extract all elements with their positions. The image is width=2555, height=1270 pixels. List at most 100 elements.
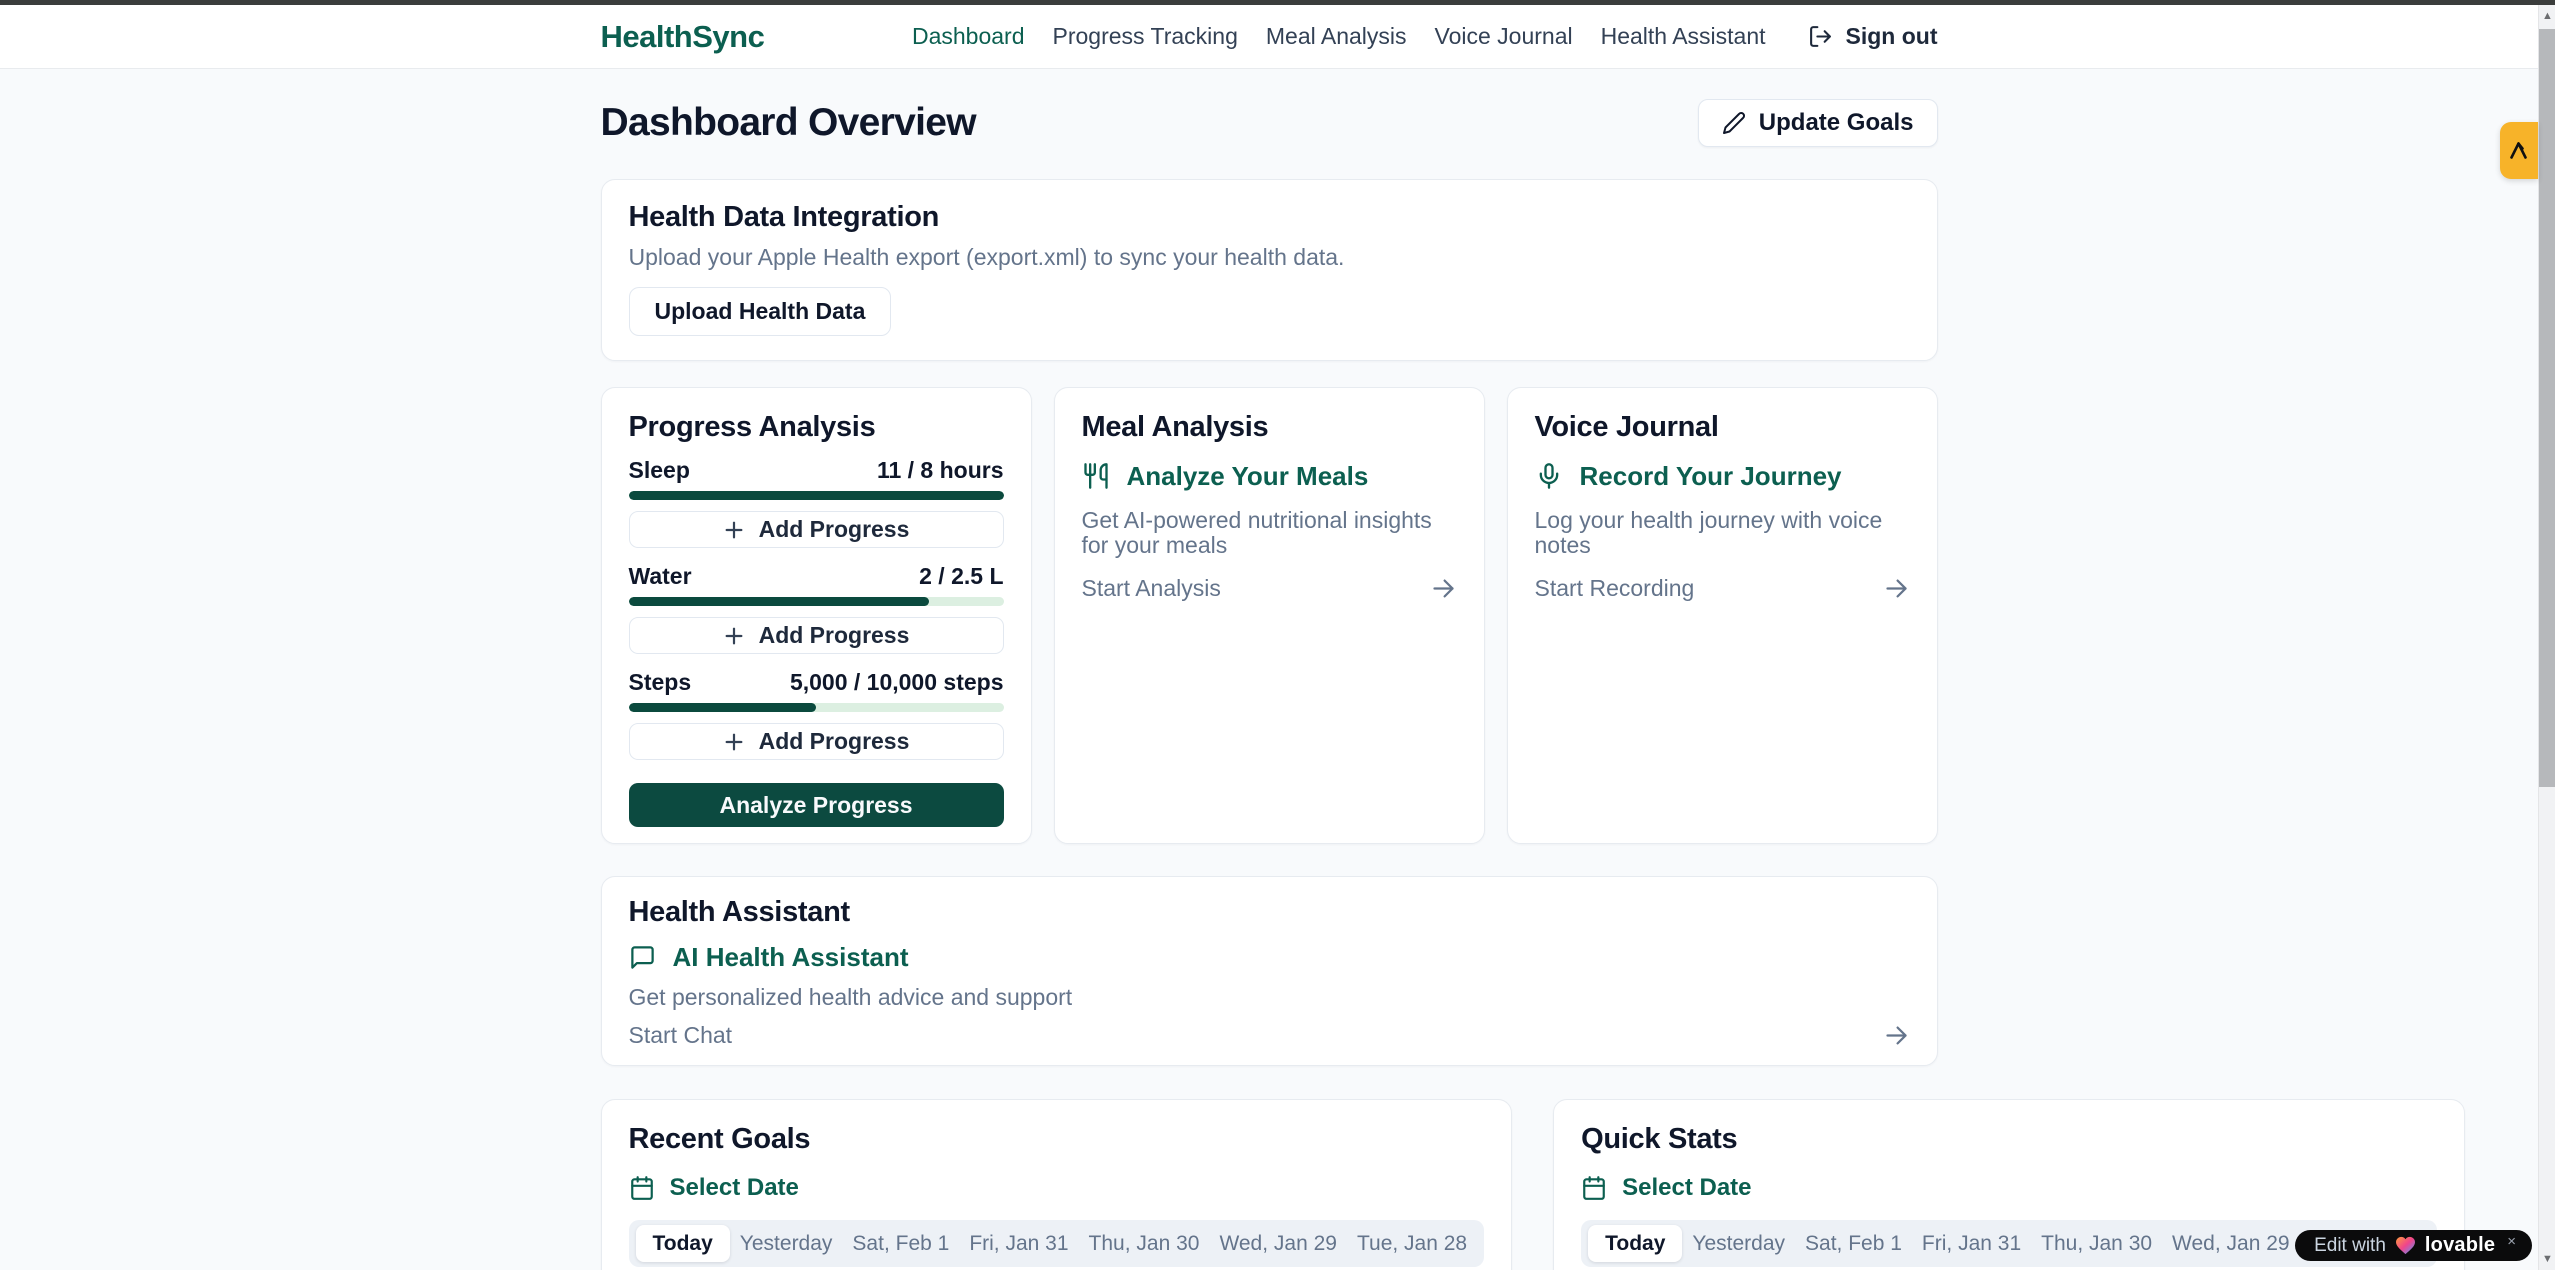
record-your-journey-link[interactable]: Record Your Journey	[1535, 462, 1910, 490]
start-chat-row[interactable]: Start Chat	[629, 1022, 1910, 1049]
ai-health-assistant-link[interactable]: AI Health Assistant	[629, 943, 1910, 971]
microphone-icon	[1535, 462, 1563, 490]
date-tab-fri-jan-31[interactable]: Fri, Jan 31	[959, 1225, 1078, 1262]
close-badge-icon[interactable]: ×	[2507, 1233, 2516, 1250]
progress-analysis-card: Progress Analysis Sleep 11 / 8 hours Add…	[601, 387, 1032, 844]
sleep-value: 11 / 8 hours	[877, 458, 1004, 482]
upload-health-data-button[interactable]: Upload Health Data	[629, 287, 892, 336]
edit-with-label: Edit with	[2314, 1235, 2386, 1257]
edit-with-lovable-badge[interactable]: Edit with lovable ×	[2295, 1230, 2532, 1261]
arrow-right-icon	[1883, 1022, 1910, 1049]
health-assistant-title: Health Assistant	[629, 897, 1910, 927]
water-metric: Water 2 / 2.5 L Add Progress	[629, 564, 1004, 654]
pencil-icon	[1722, 111, 1746, 135]
nav-link-dashboard[interactable]: Dashboard	[912, 23, 1025, 50]
date-tab-wed-jan-29[interactable]: Wed, Jan 29	[2162, 1225, 2300, 1262]
lovable-side-badge[interactable]	[2500, 122, 2538, 179]
sleep-label: Sleep	[629, 458, 690, 482]
date-tab-sat-feb-1[interactable]: Sat, Feb 1	[1795, 1225, 1912, 1262]
date-tab-yesterday[interactable]: Yesterday	[1682, 1225, 1795, 1262]
steps-progress-fill	[629, 703, 817, 712]
date-tab-tue-jan-28[interactable]: Tue, Jan 28	[1347, 1225, 1477, 1262]
update-goals-label: Update Goals	[1759, 109, 1914, 137]
voice-journal-card: Voice Journal Record Your Journey Log yo…	[1507, 387, 1938, 844]
water-progress-bar	[629, 597, 1004, 606]
lovable-heart-icon	[2395, 1236, 2416, 1255]
date-tab-wed-jan-29[interactable]: Wed, Jan 29	[1209, 1225, 1347, 1262]
nav-link-meal-analysis[interactable]: Meal Analysis	[1266, 23, 1407, 50]
ai-health-assistant-label: AI Health Assistant	[673, 943, 909, 971]
arrow-right-icon	[1883, 575, 1910, 602]
scrollbar-thumb[interactable]	[2539, 29, 2555, 787]
add-progress-label: Add Progress	[759, 516, 910, 543]
analyze-your-meals-label: Analyze Your Meals	[1127, 462, 1369, 490]
record-your-journey-label: Record Your Journey	[1580, 462, 1842, 490]
health-assistant-description: Get personalized health advice and suppo…	[629, 985, 1910, 1010]
start-analysis-label: Start Analysis	[1082, 575, 1221, 602]
update-goals-button[interactable]: Update Goals	[1698, 99, 1938, 147]
plus-icon	[723, 625, 745, 647]
healthsync-app: HealthSync Dashboard Progress Tracking M…	[0, 5, 2538, 1270]
recent-goals-select-date[interactable]: Select Date	[629, 1174, 1485, 1202]
add-sleep-progress-button[interactable]: Add Progress	[629, 511, 1004, 548]
start-chat-label: Start Chat	[629, 1022, 733, 1049]
nav-link-voice-journal[interactable]: Voice Journal	[1435, 23, 1573, 50]
health-assistant-card: Health Assistant AI Health Assistant Get…	[601, 876, 1938, 1066]
plus-icon	[723, 519, 745, 541]
steps-metric: Steps 5,000 / 10,000 steps Add Progress	[629, 670, 1004, 760]
lovable-logo-icon	[2507, 139, 2531, 163]
sleep-metric: Sleep 11 / 8 hours Add Progress	[629, 458, 1004, 548]
select-date-label: Select Date	[670, 1174, 799, 1202]
start-analysis-row[interactable]: Start Analysis	[1082, 575, 1457, 602]
sleep-progress-bar	[629, 491, 1004, 500]
add-progress-label: Add Progress	[759, 622, 910, 649]
date-tab-thu-jan-30[interactable]: Thu, Jan 30	[2031, 1225, 2162, 1262]
add-steps-progress-button[interactable]: Add Progress	[629, 723, 1004, 760]
brand-logo: HealthSync	[601, 19, 765, 55]
scroll-up-arrow-icon[interactable]: ▲	[2539, 5, 2555, 27]
recent-goals-date-tabs: Today Yesterday Sat, Feb 1 Fri, Jan 31 T…	[629, 1220, 1485, 1267]
chat-bubble-icon	[629, 944, 656, 971]
steps-label: Steps	[629, 670, 692, 694]
meal-analysis-description: Get AI-powered nutritional insights for …	[1082, 508, 1457, 558]
meal-analysis-title: Meal Analysis	[1082, 412, 1457, 442]
start-recording-row[interactable]: Start Recording	[1535, 575, 1910, 602]
steps-progress-bar	[629, 703, 1004, 712]
logout-icon	[1808, 24, 1833, 49]
health-data-integration-card: Health Data Integration Upload your Appl…	[601, 179, 1938, 361]
date-tab-yesterday[interactable]: Yesterday	[730, 1225, 843, 1262]
add-water-progress-button[interactable]: Add Progress	[629, 617, 1004, 654]
progress-analysis-title: Progress Analysis	[629, 412, 1004, 442]
analyze-your-meals-link[interactable]: Analyze Your Meals	[1082, 462, 1457, 490]
sign-out-label: Sign out	[1846, 23, 1938, 50]
nav-link-health-assistant[interactable]: Health Assistant	[1601, 23, 1766, 50]
vertical-scrollbar[interactable]: ▲ ▼	[2538, 5, 2555, 1270]
date-tab-today[interactable]: Today	[636, 1225, 730, 1262]
top-navbar: HealthSync Dashboard Progress Tracking M…	[0, 5, 2538, 69]
water-value: 2 / 2.5 L	[919, 564, 1003, 588]
recent-goals-card: Recent Goals Select Date Today Yesterday…	[601, 1099, 1513, 1270]
date-tab-thu-jan-30[interactable]: Thu, Jan 30	[1079, 1225, 1210, 1262]
utensils-icon	[1082, 462, 1110, 490]
nav-link-progress-tracking[interactable]: Progress Tracking	[1053, 23, 1238, 50]
start-recording-label: Start Recording	[1535, 575, 1695, 602]
water-progress-fill	[629, 597, 929, 606]
voice-journal-title: Voice Journal	[1535, 412, 1910, 442]
plus-icon	[723, 731, 745, 753]
date-tab-fri-jan-31[interactable]: Fri, Jan 31	[1912, 1225, 2031, 1262]
water-label: Water	[629, 564, 692, 588]
quick-stats-select-date[interactable]: Select Date	[1581, 1174, 2437, 1202]
voice-journal-description: Log your health journey with voice notes	[1535, 508, 1910, 558]
calendar-icon	[1581, 1175, 1607, 1201]
add-progress-label: Add Progress	[759, 728, 910, 755]
steps-value: 5,000 / 10,000 steps	[790, 670, 1004, 694]
date-tab-sat-feb-1[interactable]: Sat, Feb 1	[842, 1225, 959, 1262]
lovable-label: lovable	[2425, 1234, 2495, 1257]
analyze-progress-button[interactable]: Analyze Progress	[629, 783, 1004, 827]
sign-out-button[interactable]: Sign out	[1808, 23, 1938, 50]
date-tab-today[interactable]: Today	[1588, 1225, 1682, 1262]
calendar-icon	[629, 1175, 655, 1201]
page-title: Dashboard Overview	[601, 101, 976, 145]
recent-goals-title: Recent Goals	[629, 1124, 1485, 1154]
scroll-down-arrow-icon[interactable]: ▼	[2539, 1248, 2555, 1270]
